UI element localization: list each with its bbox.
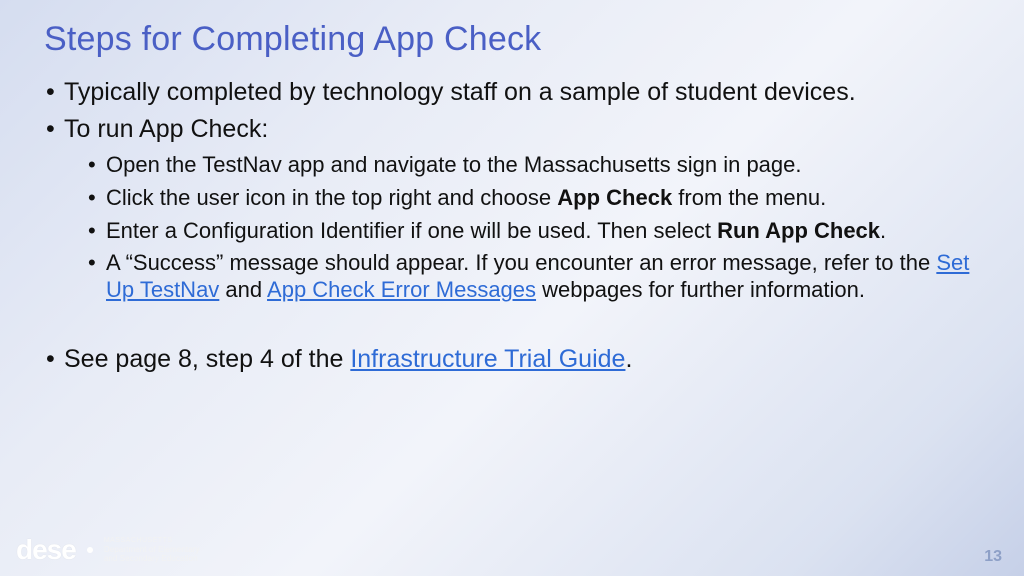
sub-bullet-item: Open the TestNav app and navigate to the… (88, 152, 980, 179)
logo-dept-text: MASSACHUSETTS Department of Elementary a… (104, 537, 200, 563)
bullet-list-outer-2: See page 8, step 4 of the Infrastructure… (44, 344, 980, 375)
sub-bullet-item: A “Success” message should appear. If yo… (88, 250, 980, 304)
slide-title: Steps for Completing App Check (44, 20, 980, 59)
bullet-text: from the menu. (672, 185, 826, 210)
logo-wordmark: dese (16, 534, 76, 566)
bullet-text: . (625, 345, 632, 373)
bullet-text: and (219, 277, 267, 302)
logo-line2: Department of Elementary (104, 545, 200, 554)
link-app-check-errors[interactable]: App Check Error Messages (267, 277, 536, 302)
sun-icon (84, 544, 96, 556)
bullet-text: To run App Check: (64, 115, 268, 143)
logo-line3: and Secondary Education (104, 554, 200, 563)
bullet-text: . (880, 218, 886, 243)
footer-logo: dese MASSACHUSETTS Department of Element… (16, 534, 200, 566)
bullet-item: Typically completed by technology staff … (44, 77, 980, 108)
bold-text: Run App Check (717, 218, 880, 243)
bullet-text: webpages for further information. (536, 277, 865, 302)
page-number: 13 (984, 548, 1002, 566)
bullet-text: Open the TestNav app and navigate to the… (106, 152, 802, 177)
bullet-list-inner: Open the TestNav app and navigate to the… (88, 152, 980, 304)
bold-text: App Check (557, 185, 672, 210)
spacer (44, 310, 980, 344)
bullet-text: Typically completed by technology staff … (64, 78, 856, 106)
bullet-text: Click the user icon in the top right and… (106, 185, 557, 210)
bullet-item: See page 8, step 4 of the Infrastructure… (44, 344, 980, 375)
slide-content: Steps for Completing App Check Typically… (0, 0, 1024, 375)
bullet-text: See page 8, step 4 of the (64, 345, 350, 373)
sub-bullet-item: Enter a Configuration Identifier if one … (88, 218, 980, 245)
link-infra-trial-guide[interactable]: Infrastructure Trial Guide (350, 345, 625, 373)
bullet-item: To run App Check: Open the TestNav app a… (44, 114, 980, 305)
logo-line1: MASSACHUSETTS (104, 537, 200, 545)
sub-bullet-item: Click the user icon in the top right and… (88, 185, 980, 212)
bullet-text: Enter a Configuration Identifier if one … (106, 218, 717, 243)
bullet-text: A “Success” message should appear. If yo… (106, 250, 936, 275)
bullet-list-outer: Typically completed by technology staff … (44, 77, 980, 304)
